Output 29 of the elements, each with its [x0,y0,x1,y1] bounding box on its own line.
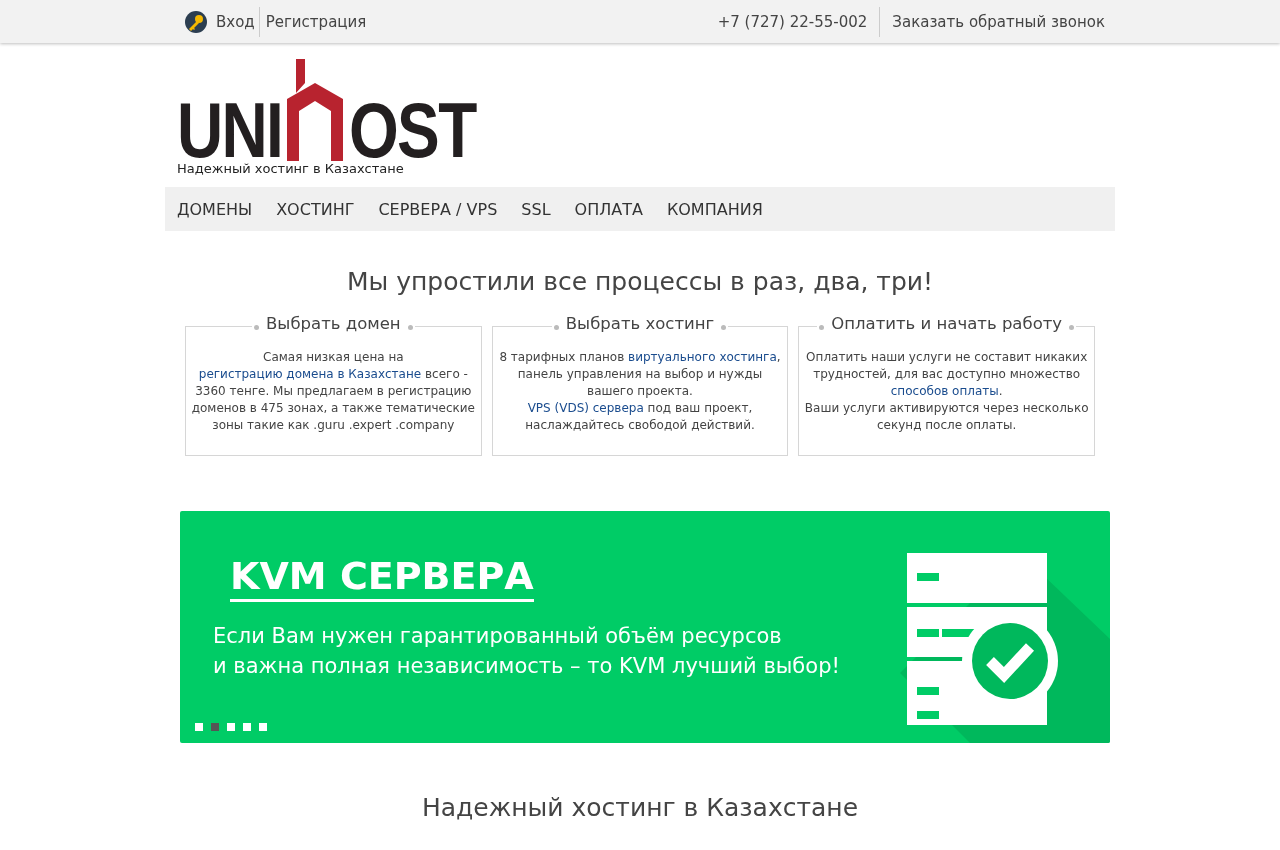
card-text: Ваши услуги активируются через несколько секунд после оплаты. [803,400,1090,434]
key-icon [184,9,208,34]
logo-text: UNI [177,99,283,161]
logo-text: OST [349,99,476,161]
card-text: 8 тарифных планов виртуального хостинга, панель управления на выбор и нужды вашего проекта. [498,349,782,400]
card-text: Оплатить наши услуги не составит никаких трудностей, для вас доступно множество способов оплаты. [805,349,1089,400]
nav-link[interactable]: КОМПАНИЯ [666,199,763,219]
text-link[interactable]: регистрацию домена в Казахстане [198,367,422,381]
nav-link[interactable]: SSL [521,199,551,219]
card-title: Оплатить и начать работу [817,314,1077,333]
section-heading: Мы упростили все процессы в раз, два, три! [345,267,935,296]
register-link[interactable]: Регистрация [265,12,367,31]
logo-tagline: Надежный хостинг в Казахстане [177,161,405,176]
card-title: Выбрать хостинг [551,314,729,333]
text-link[interactable]: VPS (VDS) сервера [527,401,644,415]
card-text: Самая низкая цена на регистрацию домена в Казахстане всего - 3360 тенге. Мы предлагаем в регистрацию доменов в 475 зонах, а также тематические зоны такие как .guru .expert .company [190,349,476,434]
card-title: Выбрать домен [252,314,415,333]
nav-link[interactable]: ХОСТИНГ [276,199,355,219]
section-heading: Надежный хостинг в Казахстане [420,793,860,822]
phone-number: +7 (727) 22-55-002 [717,12,868,31]
nav-link[interactable]: СЕРВЕРА / VPS [378,199,498,219]
banner-text: Если Вам нужен гарантированный объём ресурсов и важна полная независимость – то KVM лучший выбор! [213,623,840,680]
text-link[interactable]: способов оплаты [890,384,999,398]
login-link[interactable]: Вход [216,12,255,31]
card-text: VPS (VDS) сервера под ваш проект, наслаждайтесь свободой действий. [524,400,756,434]
callback-link[interactable]: Заказать обратный звонок [892,12,1105,31]
text-link[interactable]: виртуального хостинга [628,350,777,364]
nav-link[interactable]: ДОМЕНЫ [177,199,253,219]
nav-link[interactable]: ОПЛАТА [574,199,643,219]
